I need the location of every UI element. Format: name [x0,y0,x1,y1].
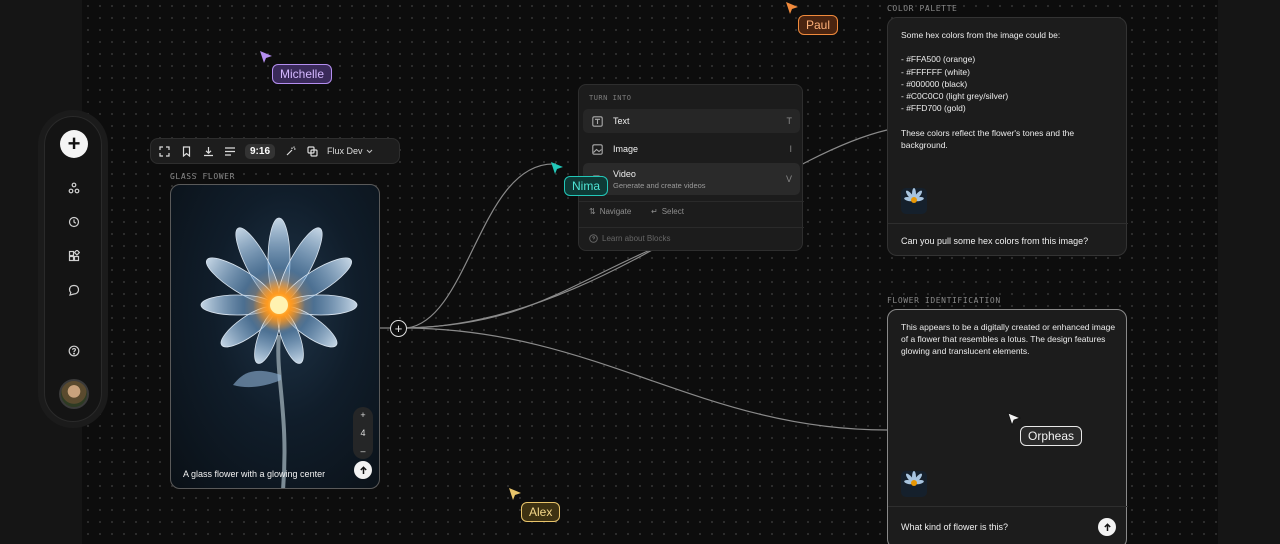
color-palette-response: Some hex colors from the image could be:… [901,30,1075,150]
image-thumbnail [901,471,927,497]
menu-shortcut: T [786,116,793,126]
wire-to-menu [406,163,557,329]
menu-select-hint: ↵ Select [651,207,684,216]
zoom-out-button[interactable]: – [360,446,365,456]
cursor-paul: Paul [798,15,839,35]
help-button[interactable] [59,336,89,366]
chat-button[interactable] [59,275,89,305]
image-caption: A glass flower with a glowing center [183,469,326,479]
expand-icon[interactable] [157,144,171,158]
wire-to-identification [406,327,888,431]
learn-blocks-link[interactable]: Learn about Blocks [589,234,671,243]
flower-image [200,217,358,488]
enter-icon: ↵ [651,207,658,216]
chat-icon [68,284,80,296]
menu-shortcut: I [789,144,792,154]
zoom-control[interactable]: + 4 – [353,407,373,459]
panel-divider [888,223,1128,224]
cursor-arrow-icon [551,162,563,174]
flower-identification-label: FLOWER IDENTIFICATION [887,296,1001,305]
model-label: Flux Dev [327,146,363,156]
turn-into-menu: TURN INTO Text T Image I Video Generate … [578,84,804,251]
navigate-label: Navigate [599,207,632,216]
flower-identification-panel: This appears to be a digitally created o… [887,309,1128,544]
cursor-nima: Nima [564,176,609,196]
history-icon [68,216,80,228]
panel-divider [888,506,1128,507]
arrow-up-icon [1103,522,1111,531]
image-send-button[interactable] [354,461,372,479]
image-icon [589,143,605,155]
wire-to-menu-bottom [406,249,651,329]
menu-divider [579,201,804,202]
cursor-michelle: Michelle [272,64,333,84]
add-button[interactable]: + [60,130,88,158]
blocks-button[interactable] [59,241,89,271]
model-select[interactable]: Flux Dev [327,146,373,156]
color-palette-label: COLOR PALETTE [887,4,958,13]
adjust-icon[interactable] [223,144,237,158]
left-rail: + [44,116,102,422]
avatar[interactable] [59,379,89,409]
image-node[interactable]: + 4 – A glass flower with a glowing cent… [170,184,380,489]
cursor-arrow-icon [260,51,272,63]
flows-button[interactable] [59,173,89,203]
image-toolbar: 9:16 Flux Dev [150,138,400,164]
image-thumbnail [901,188,927,214]
updown-icon: ⇅ [589,207,596,216]
menu-item-sublabel: Generate and create videos [613,180,706,190]
download-icon[interactable] [201,144,215,158]
color-palette-panel: Some hex colors from the image could be:… [887,17,1128,256]
text-icon [589,115,605,127]
history-button[interactable] [59,207,89,237]
menu-item-label: Image [613,144,639,154]
aspect-ratio-button[interactable]: 9:16 [245,143,276,159]
learn-label: Learn about Blocks [602,234,671,243]
color-palette-prompt[interactable]: Can you pull some hex colors from this i… [901,236,1088,246]
cursor-arrow-icon [509,488,521,500]
cursor-orpheas: Orpheas [1020,426,1083,446]
chevron-down-icon [366,149,372,153]
cursor-arrow-icon [786,2,798,14]
blocks-icon [68,250,80,262]
select-label: Select [661,207,684,216]
arrow-up-icon [359,465,367,474]
menu-heading: TURN INTO [589,94,632,102]
flower-identification-response: This appears to be a digitally created o… [901,322,1116,357]
magic-icon[interactable] [283,144,297,158]
nodes-icon [68,182,80,194]
zoom-value: 4 [360,428,366,438]
zoom-in-button[interactable]: + [360,410,365,420]
menu-item-label: Video [613,168,636,179]
menu-divider [579,227,804,228]
send-button[interactable] [1098,518,1116,536]
help-icon [589,234,598,243]
cursor-alex: Alex [521,502,561,522]
menu-shortcut: V [785,174,792,184]
cursor-arrow-icon [1007,412,1021,426]
connector-add-button[interactable]: + [390,320,407,337]
help-icon [68,345,80,357]
copy-icon[interactable] [305,144,319,158]
menu-item-image[interactable]: Image I [583,137,800,161]
flower-identification-prompt[interactable]: What kind of flower is this? [901,522,1008,532]
image-node-label: GLASS FLOWER [170,172,235,181]
menu-item-video[interactable]: Video Generate and create videos V [583,163,800,195]
menu-navigate-hint: ⇅ Navigate [589,207,631,216]
menu-item-text[interactable]: Text T [583,109,800,133]
bookmark-icon[interactable] [179,144,193,158]
menu-item-label: Text [613,116,630,126]
